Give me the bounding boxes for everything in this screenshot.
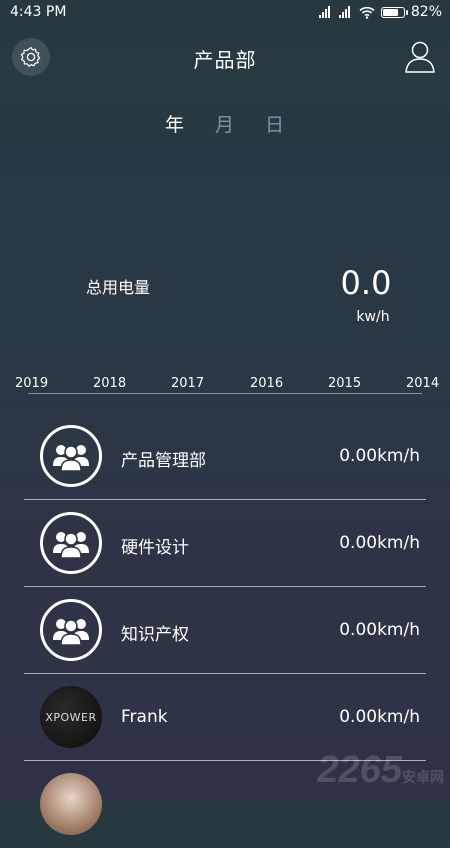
battery-icon [380, 6, 408, 18]
total-usage-unit: kw/h [356, 309, 390, 325]
year-selector: 2019 2018 2017 2016 2015 2014 [0, 374, 450, 398]
list-item-value: 0.00km/h [339, 620, 420, 640]
year-slider-track [28, 393, 422, 394]
user-profile-icon[interactable] [404, 40, 436, 74]
watermark-suffix: 安卓网 [402, 769, 444, 785]
total-usage-label: 总用电量 [86, 278, 151, 297]
app-header: 产品部 [0, 36, 450, 76]
avatar: XPOWER [40, 686, 102, 748]
tab-year[interactable]: 年 [165, 110, 184, 137]
group-icon [53, 532, 89, 559]
signal-icon-2 [338, 6, 353, 18]
watermark: 2265安卓网 [317, 749, 444, 792]
avatar [40, 773, 102, 835]
list-item-value: 0.00km/h [339, 533, 420, 553]
year-item-2019[interactable]: 2019 [15, 376, 48, 391]
avatar [40, 512, 102, 574]
battery-percent: 82% [410, 4, 442, 20]
avatar [40, 425, 102, 487]
list-item-name: 知识产权 [121, 625, 189, 645]
brand-logo-text: XPOWER [45, 710, 97, 724]
period-tabs: 年 月 日 [0, 110, 450, 140]
list-item[interactable]: XPOWER Frank 0.00km/h [0, 674, 450, 761]
list-item-value: 0.00km/h [339, 707, 420, 727]
avatar [40, 599, 102, 661]
page-title: 产品部 [193, 48, 257, 72]
year-item-2018[interactable]: 2018 [93, 376, 126, 391]
group-icon [53, 619, 89, 646]
wifi-icon [359, 6, 375, 19]
list-item-name: 硬件设计 [121, 538, 189, 558]
status-bar: 4:43 PM 82% [0, 0, 450, 26]
group-icon [53, 445, 89, 472]
list-item-name: Frank [121, 707, 168, 727]
signal-icon [318, 6, 333, 18]
tab-day[interactable]: 日 [265, 110, 284, 137]
year-item-2014[interactable]: 2014 [406, 376, 439, 391]
year-item-2017[interactable]: 2017 [171, 376, 204, 391]
tab-month[interactable]: 月 [215, 110, 234, 137]
list-item[interactable]: 硬件设计 0.00km/h [0, 500, 450, 587]
list-item-name: 产品管理部 [121, 451, 206, 471]
watermark-text: 2265 [317, 749, 402, 791]
year-item-2016[interactable]: 2016 [250, 376, 283, 391]
status-icons: 82% [318, 4, 442, 20]
list-item-value: 0.00km/h [339, 446, 420, 466]
list-item[interactable]: 知识产权 0.00km/h [0, 587, 450, 674]
list-item[interactable]: 产品管理部 0.00km/h [0, 413, 450, 500]
year-item-2015[interactable]: 2015 [328, 376, 361, 391]
total-usage-value: 0.0 [340, 264, 392, 302]
status-time: 4:43 PM [10, 4, 67, 20]
